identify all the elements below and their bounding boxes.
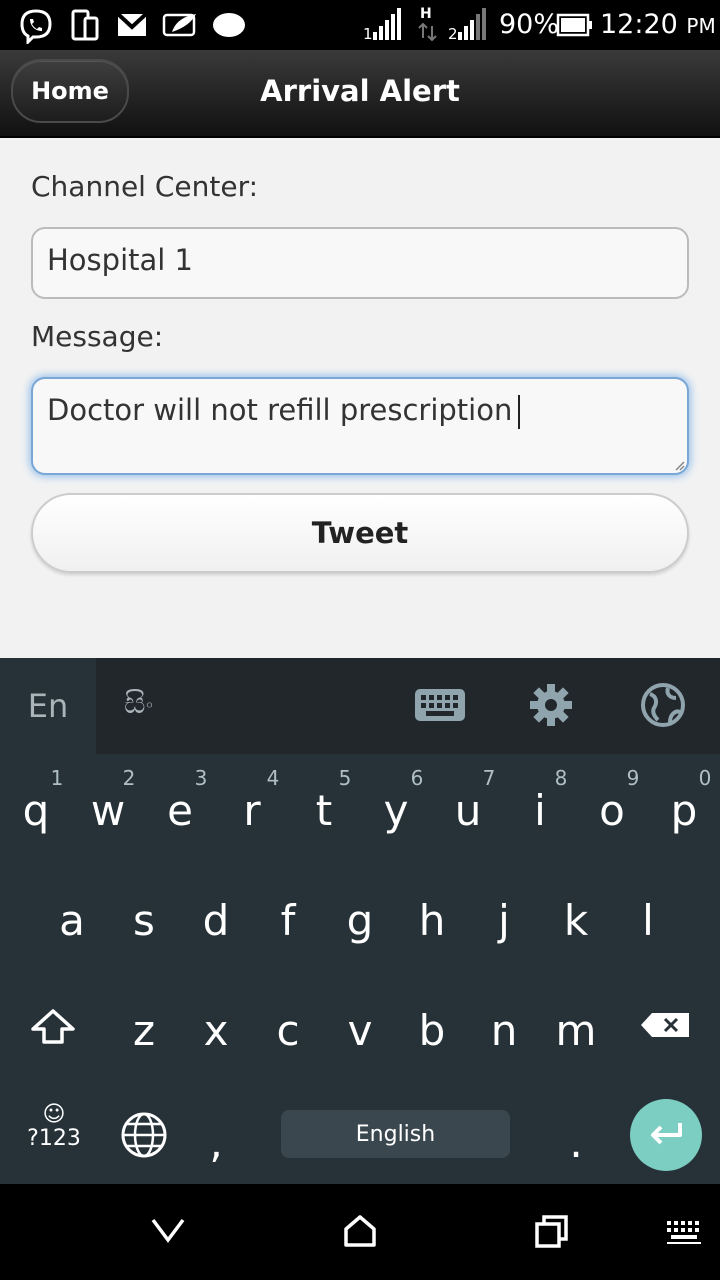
- back-chevron-icon[interactable]: [150, 1216, 186, 1244]
- message-textarea[interactable]: Doctor will not refill prescription: [31, 377, 689, 475]
- key-p[interactable]: p: [648, 786, 720, 835]
- key-e[interactable]: e: [144, 786, 216, 835]
- key-u[interactable]: u: [432, 786, 504, 835]
- channel-center-value: Hospital 1: [47, 243, 193, 277]
- language-en-tab[interactable]: En: [0, 658, 96, 754]
- home-icon[interactable]: [343, 1214, 377, 1248]
- navigation-bar: [0, 1184, 720, 1280]
- recent-apps-icon[interactable]: [534, 1214, 570, 1250]
- tweet-button[interactable]: Tweet: [31, 493, 689, 573]
- emoji-icon: ☺: [42, 1102, 66, 1127]
- keyboard-toolbar: En සිං: [0, 658, 720, 754]
- key-l[interactable]: l: [612, 896, 684, 945]
- space-bar[interactable]: English: [281, 1110, 510, 1158]
- app-header: Home Arrival Alert: [0, 50, 720, 138]
- key-period[interactable]: .: [540, 1118, 612, 1167]
- key-j[interactable]: j: [468, 896, 540, 945]
- key-d[interactable]: d: [180, 896, 252, 945]
- channel-center-input[interactable]: Hospital 1: [31, 227, 689, 299]
- status-bar: 1 H 2 90% 12:20 PM: [0, 0, 720, 50]
- key-y[interactable]: y: [360, 786, 432, 835]
- key-f[interactable]: f: [252, 896, 324, 945]
- key-s[interactable]: s: [108, 896, 180, 945]
- key-comma[interactable]: ,: [180, 1118, 252, 1167]
- battery-percent: 90%: [499, 9, 560, 40]
- key-b[interactable]: b: [396, 1006, 468, 1055]
- data-arrows-icon: [418, 22, 437, 42]
- battery-icon: [556, 13, 592, 37]
- keyboard-icon[interactable]: [414, 688, 466, 722]
- key-w[interactable]: w: [72, 786, 144, 835]
- signal-2-icon: 2: [448, 8, 486, 42]
- key-x[interactable]: x: [180, 1006, 252, 1055]
- key-z[interactable]: z: [108, 1006, 180, 1055]
- keyboard-switch-icon[interactable]: [666, 1220, 702, 1246]
- key-m[interactable]: m: [540, 1006, 612, 1055]
- globe-icon[interactable]: [640, 682, 686, 728]
- svg-text:2: 2: [448, 25, 458, 42]
- enter-arrow-icon: [651, 1123, 682, 1145]
- key-t[interactable]: t: [288, 786, 360, 835]
- language-globe-icon[interactable]: [120, 1111, 168, 1159]
- key-n[interactable]: n: [468, 1006, 540, 1055]
- key-c[interactable]: c: [252, 1006, 324, 1055]
- enter-key[interactable]: [630, 1099, 702, 1171]
- page-title: Arrival Alert: [260, 74, 460, 108]
- backspace-icon[interactable]: [640, 1012, 690, 1038]
- key-a[interactable]: a: [36, 896, 108, 945]
- symbols-key[interactable]: ☺ ?123: [24, 1102, 84, 1152]
- key-k[interactable]: k: [540, 896, 612, 945]
- svg-text:1: 1: [363, 25, 373, 42]
- cloud-icon: [213, 13, 245, 37]
- message-value: Doctor will not refill prescription: [47, 393, 513, 427]
- text-cursor: [518, 395, 521, 429]
- symbols-label: ?123: [27, 1126, 81, 1151]
- shift-icon[interactable]: [30, 1008, 76, 1046]
- key-h[interactable]: h: [396, 896, 468, 945]
- language-sinhala-tab[interactable]: සිං: [124, 686, 153, 721]
- key-o[interactable]: o: [576, 786, 648, 835]
- resize-handle-icon[interactable]: [673, 459, 685, 471]
- key-i[interactable]: i: [504, 786, 576, 835]
- key-g[interactable]: g: [324, 896, 396, 945]
- key-r[interactable]: r: [216, 786, 288, 835]
- settings-gear-icon[interactable]: [528, 682, 574, 728]
- viber-icon: [20, 9, 52, 44]
- network-type: H: [420, 6, 432, 22]
- feather-icon: [162, 13, 196, 37]
- key-q[interactable]: q: [0, 786, 72, 835]
- phone-tablet-icon: [71, 9, 99, 41]
- key-v[interactable]: v: [324, 1006, 396, 1055]
- soft-keyboard: En සිං 1 2 3 4 5 6 7 8 9 0 q w e r t y u…: [0, 658, 720, 1184]
- signal-1-icon: 1: [363, 8, 401, 42]
- message-label: Message:: [31, 320, 164, 353]
- clock: 12:20 PM: [600, 9, 716, 40]
- channel-center-label: Channel Center:: [31, 170, 259, 203]
- gmail-icon: [116, 12, 148, 36]
